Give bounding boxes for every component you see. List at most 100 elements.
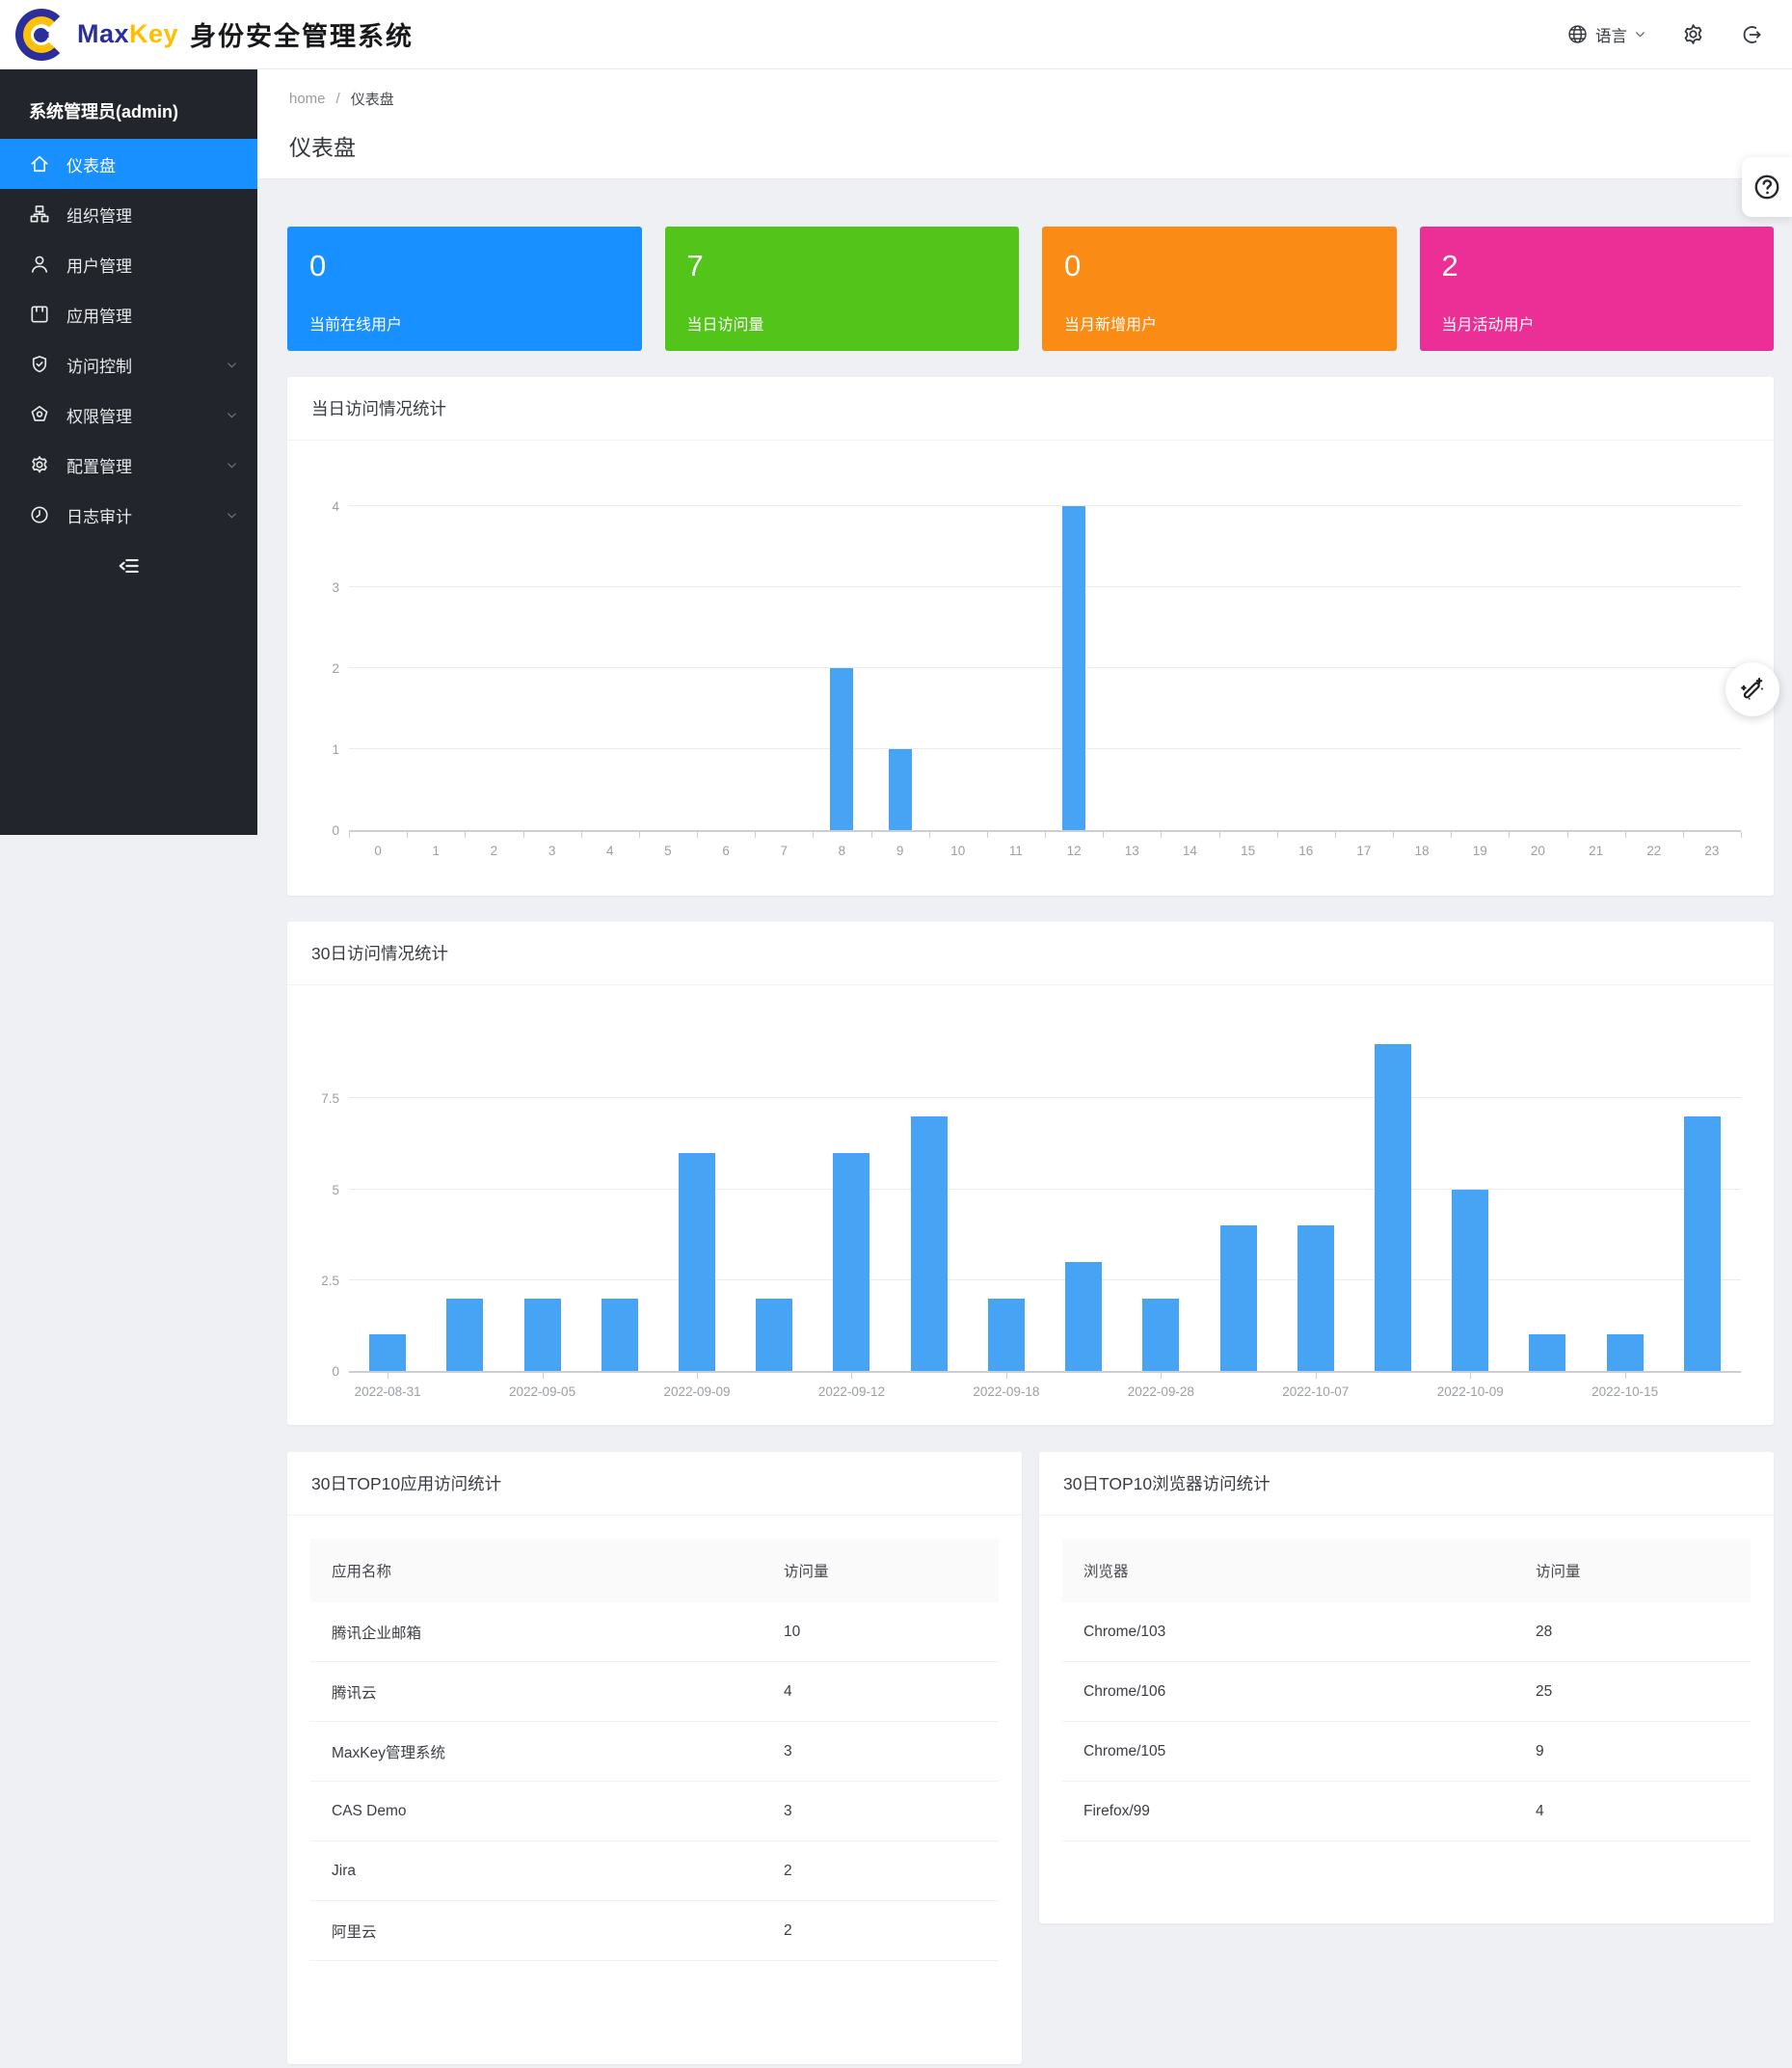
x-axis-tick-label: 19 xyxy=(1473,844,1487,858)
logout-button[interactable] xyxy=(1740,23,1763,46)
x-axis-tick-label: 0 xyxy=(374,844,382,858)
chart-bar xyxy=(1375,1044,1411,1371)
x-axis-tick-label: 20 xyxy=(1531,844,1545,858)
shield-icon xyxy=(29,354,50,375)
table-row: Jira2 xyxy=(310,1841,999,1901)
tables-row: 30日TOP10应用访问统计 应用名称访问量腾讯企业邮箱10腾讯云4MaxKey… xyxy=(287,1452,1774,2064)
table-cell-name: MaxKey管理系统 xyxy=(332,1741,784,1762)
sidebar-item-组织管理[interactable]: 组织管理 xyxy=(0,189,257,239)
settings-button[interactable] xyxy=(1681,22,1705,46)
table-cell-count: 3 xyxy=(784,1743,977,1760)
x-axis-tick-label: 2022-09-09 xyxy=(663,1384,730,1399)
x-axis-tick-label: 2022-08-31 xyxy=(355,1384,421,1399)
sidebar-item-label: 仪表盘 xyxy=(67,152,238,176)
top-browsers-panel: 30日TOP10浏览器访问统计 浏览器访问量Chrome/10328Chrome… xyxy=(1039,1452,1774,1923)
stat-card-value: 0 xyxy=(1064,251,1397,281)
chart-gridline xyxy=(349,505,1741,506)
table-title: 30日TOP10浏览器访问统计 xyxy=(1039,1452,1774,1516)
logout-icon xyxy=(1740,23,1763,46)
top-browsers-table: 浏览器访问量Chrome/10328Chrome/10625Chrome/105… xyxy=(1062,1539,1751,1841)
y-axis-tick-label: 7.5 xyxy=(305,1091,339,1106)
menu-collapse-button[interactable] xyxy=(0,553,257,578)
breadcrumb: home / 仪表盘 xyxy=(289,89,1792,109)
table-cell-name: Chrome/103 xyxy=(1083,1624,1536,1641)
chart-bar xyxy=(1452,1190,1488,1372)
x-axis-tick-label: 1 xyxy=(432,844,440,858)
sidebar-item-应用管理[interactable]: 应用管理 xyxy=(0,289,257,339)
chart-bar xyxy=(602,1299,638,1371)
today-visits-chart: 01234 0123456789101112131415161718192021… xyxy=(349,470,1741,874)
breadcrumb-home[interactable]: home xyxy=(289,91,326,107)
x-axis-tick-label: 23 xyxy=(1704,844,1719,858)
monthly-visits-chart: 02.557.5 2022-08-312022-09-052022-09-092… xyxy=(349,997,1741,1415)
x-axis-tick-label: 17 xyxy=(1356,844,1371,858)
help-button[interactable] xyxy=(1742,157,1792,217)
sidebar-item-配置管理[interactable]: 配置管理 xyxy=(0,440,257,490)
x-axis-tick-label: 5 xyxy=(664,844,672,858)
maxkey-logo xyxy=(15,9,67,61)
x-axis-tick-label: 7 xyxy=(780,844,788,858)
table-title: 30日TOP10应用访问统计 xyxy=(287,1452,1022,1516)
top-apps-table: 应用名称访问量腾讯企业邮箱10腾讯云4MaxKey管理系统3CAS Demo3J… xyxy=(310,1539,999,1961)
question-circle-icon xyxy=(1752,172,1782,202)
gear-icon xyxy=(1681,22,1705,46)
x-axis-tick-label: 18 xyxy=(1415,844,1430,858)
sidebar-item-用户管理[interactable]: 用户管理 xyxy=(0,239,257,289)
table-cell-name: 腾讯企业邮箱 xyxy=(332,1622,784,1643)
sidebar-item-label: 组织管理 xyxy=(67,202,238,227)
chart-bar xyxy=(889,749,912,830)
chart-bar xyxy=(988,1299,1025,1371)
table-cell-name: CAS Demo xyxy=(332,1803,784,1820)
sidebar-item-访问控制[interactable]: 访问控制 xyxy=(0,339,257,389)
chart-plot: 01234 xyxy=(349,470,1741,832)
stat-card: 7 当日访问量 xyxy=(665,227,1020,351)
x-axis-tick-label: 16 xyxy=(1298,844,1313,858)
x-axis-tick-label: 2022-09-28 xyxy=(1128,1384,1194,1399)
sidebar-item-日志审计[interactable]: 日志审计 xyxy=(0,490,257,540)
chart-bar xyxy=(756,1299,792,1371)
sidebar-item-仪表盘[interactable]: 仪表盘 xyxy=(0,139,257,189)
chart-plot: 02.557.5 xyxy=(349,997,1741,1373)
x-axis-tick-label: 13 xyxy=(1125,844,1139,858)
x-axis-tick-label: 8 xyxy=(839,844,846,858)
brand-name: MaxKey xyxy=(77,19,178,49)
y-axis-tick-label: 3 xyxy=(305,580,339,595)
chevron-down-icon xyxy=(226,459,238,471)
header-actions: 语言 xyxy=(1566,22,1763,46)
stat-card-label: 当日访问量 xyxy=(687,311,764,335)
y-axis-tick-label: 2.5 xyxy=(305,1274,339,1288)
permission-icon xyxy=(29,404,50,425)
chart-bar xyxy=(1220,1225,1257,1371)
breadcrumb-separator: / xyxy=(336,91,340,107)
logo-key-bar xyxy=(37,32,49,38)
maxkey-dashboard: { "app": { "brand_max": "Max", "brand_ke… xyxy=(0,0,1792,2068)
org-icon xyxy=(29,203,50,225)
user-icon xyxy=(29,254,50,275)
chart-bar xyxy=(911,1116,948,1371)
y-axis-tick-label: 0 xyxy=(305,823,339,838)
sidebar-item-label: 应用管理 xyxy=(67,303,238,327)
sidebar-item-权限管理[interactable]: 权限管理 xyxy=(0,389,257,440)
sidebar-item-label: 权限管理 xyxy=(67,403,209,427)
x-axis-tick-label: 6 xyxy=(722,844,730,858)
x-axis-tick-label: 2022-10-07 xyxy=(1282,1384,1349,1399)
page-head: home / 仪表盘 仪表盘 xyxy=(257,69,1792,179)
chart-title: 30日访问情况统计 xyxy=(287,922,1774,985)
magic-wand-icon xyxy=(1738,675,1767,704)
x-axis-tick-label: 2022-10-09 xyxy=(1437,1384,1504,1399)
table-cell-count: 2 xyxy=(784,1863,977,1880)
stat-card-value: 7 xyxy=(687,251,1020,281)
chart-gridline xyxy=(349,1097,1741,1098)
table-cell-count: 28 xyxy=(1536,1624,1729,1641)
chart-panel-today: 当日访问情况统计 01234 0123456789101112131415161… xyxy=(287,377,1774,896)
theme-wand-button[interactable] xyxy=(1725,662,1779,716)
x-axis-tick-label: 22 xyxy=(1646,844,1661,858)
language-selector[interactable]: 语言 xyxy=(1566,23,1646,46)
y-axis-tick-label: 1 xyxy=(305,742,339,757)
table-row: Chrome/10625 xyxy=(1062,1662,1751,1722)
x-axis-tick-label: 4 xyxy=(606,844,614,858)
x-axis-tick xyxy=(1741,832,1742,838)
chart-bar xyxy=(1062,506,1085,830)
table-row: CAS Demo3 xyxy=(310,1782,999,1841)
table-cell-count: 9 xyxy=(1536,1743,1729,1760)
